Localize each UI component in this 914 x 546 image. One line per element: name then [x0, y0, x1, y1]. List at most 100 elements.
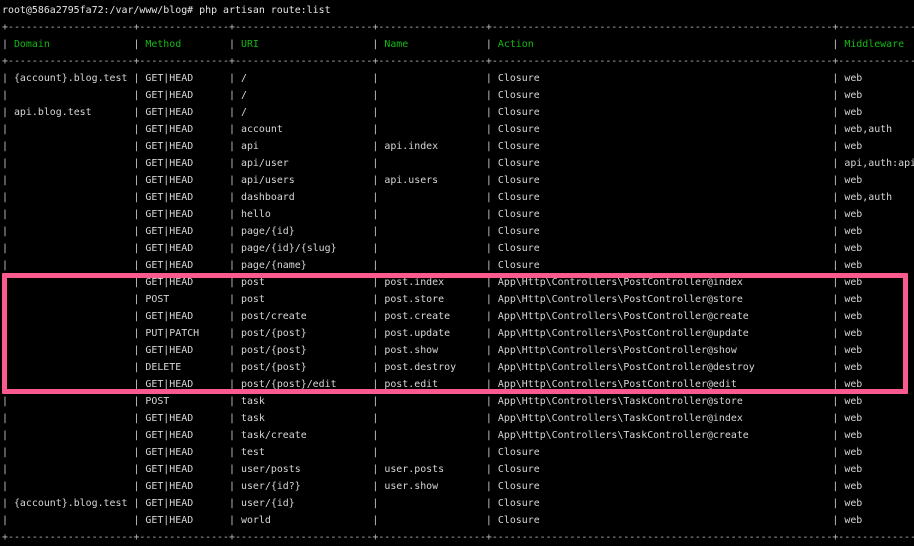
table-row: | | GET|HEAD | dashboard | | Closure | w…	[2, 189, 914, 206]
column-separator: |	[2, 362, 14, 373]
column-separator: |	[372, 362, 385, 373]
column-separator: |	[229, 158, 241, 169]
cell-domain	[14, 90, 133, 101]
column-separator: |	[832, 345, 845, 356]
column-separator: |	[133, 158, 146, 169]
cell-middleware: web	[844, 498, 863, 509]
column-separator: |	[372, 124, 385, 135]
cell-action: App\Http\Controllers\PostController@dest…	[497, 362, 833, 373]
column-separator: |	[133, 175, 146, 186]
table-row: | | GET|HEAD | page/{id}/{slug} | | Clos…	[2, 240, 914, 257]
column-separator: |	[229, 73, 241, 84]
cell-middleware: web	[844, 362, 863, 373]
column-separator: |	[832, 175, 845, 186]
cell-uri: post	[240, 277, 373, 288]
cell-action: Closure	[497, 141, 833, 152]
column-separator: |	[133, 209, 146, 220]
route-list-table: +---------------------+---------------+-…	[2, 19, 914, 546]
column-separator: |	[832, 124, 845, 135]
cell-name	[384, 413, 486, 424]
cell-domain	[14, 447, 133, 458]
table-row: | {account}.blog.test | GET|HEAD | / | |…	[2, 70, 914, 87]
column-separator: |	[2, 141, 14, 152]
column-separator: |	[485, 209, 498, 220]
column-separator: |	[229, 277, 241, 288]
column-separator: |	[2, 209, 14, 220]
column-separator: |	[133, 192, 146, 203]
table-row: | | GET|HEAD | post/{post} | post.show |…	[2, 342, 914, 359]
cell-name	[384, 260, 486, 271]
cell-domain	[14, 430, 133, 441]
table-row: | | GET|HEAD | hello | | Closure | web |	[2, 206, 914, 223]
column-separator: |	[832, 209, 845, 220]
cell-action: App\Http\Controllers\TaskController@stor…	[497, 396, 833, 407]
cell-name: post.destroy	[384, 362, 486, 373]
table-row: | {account}.blog.test | GET|HEAD | user/…	[2, 495, 914, 512]
column-separator: |	[2, 243, 14, 254]
column-separator: |	[372, 141, 385, 152]
column-header-uri: URI	[240, 39, 373, 50]
table-header-row: | Domain | Method | URI | Name | Action …	[2, 36, 914, 53]
table-row: | | GET|HEAD | / | | Closure | web |	[2, 87, 914, 104]
cell-name	[384, 226, 486, 237]
column-separator: |	[133, 447, 146, 458]
cell-name	[384, 396, 486, 407]
cell-middleware: web,auth	[844, 124, 893, 135]
cell-uri: hello	[240, 209, 373, 220]
column-separator: |	[229, 345, 241, 356]
cell-uri: user/{id?}	[240, 481, 373, 492]
column-separator: |	[229, 141, 241, 152]
column-separator: |	[485, 158, 498, 169]
cell-method: GET|HEAD	[145, 481, 230, 492]
cell-middleware: web	[844, 294, 863, 305]
column-separator: |	[485, 294, 498, 305]
cell-method: GET|HEAD	[145, 141, 230, 152]
column-separator: |	[229, 192, 241, 203]
table-row: | | GET|HEAD | user/posts | user.posts |…	[2, 461, 914, 478]
column-separator: |	[229, 243, 241, 254]
cell-action: Closure	[497, 515, 833, 526]
cell-method: GET|HEAD	[145, 73, 230, 84]
column-separator: |	[2, 175, 14, 186]
column-separator: |	[2, 379, 14, 390]
column-separator: |	[2, 294, 14, 305]
column-separator: |	[485, 39, 498, 50]
cell-method: GET|HEAD	[145, 498, 230, 509]
cell-domain	[14, 379, 133, 390]
table-row: | | GET|HEAD | api/users | api.users | C…	[2, 172, 914, 189]
cell-name	[384, 498, 486, 509]
cell-domain	[14, 294, 133, 305]
column-separator: |	[229, 464, 241, 475]
column-separator: |	[372, 277, 385, 288]
cell-name	[384, 107, 486, 118]
column-separator: |	[832, 379, 845, 390]
column-separator: |	[372, 396, 385, 407]
column-separator: |	[372, 447, 385, 458]
table-row: | | GET|HEAD | world | | Closure | web |	[2, 512, 914, 529]
cell-middleware: web	[844, 413, 863, 424]
cell-middleware: api,auth:api	[844, 158, 914, 169]
column-separator: |	[2, 328, 14, 339]
column-separator: |	[2, 226, 14, 237]
column-separator: |	[133, 294, 146, 305]
cell-middleware: web	[844, 260, 863, 271]
column-header-domain: Domain	[13, 39, 134, 50]
cell-action: App\Http\Controllers\PostController@inde…	[497, 277, 833, 288]
cell-name	[384, 447, 486, 458]
cell-uri: world	[240, 515, 373, 526]
column-separator: |	[133, 464, 146, 475]
table-row: | | GET|HEAD | user/{id?} | user.show | …	[2, 478, 914, 495]
column-separator: |	[372, 311, 385, 322]
cell-uri: task	[240, 396, 373, 407]
column-separator: |	[832, 311, 845, 322]
column-separator: |	[372, 175, 385, 186]
cell-domain	[14, 175, 133, 186]
cell-uri: task	[240, 413, 373, 424]
column-separator: |	[229, 39, 241, 50]
cell-method: GET|HEAD	[145, 447, 230, 458]
cell-name: post.store	[384, 294, 486, 305]
cell-name	[384, 209, 486, 220]
table-row: | | GET|HEAD | api | api.index | Closure…	[2, 138, 914, 155]
column-separator: |	[485, 328, 498, 339]
cell-middleware: web	[844, 430, 863, 441]
